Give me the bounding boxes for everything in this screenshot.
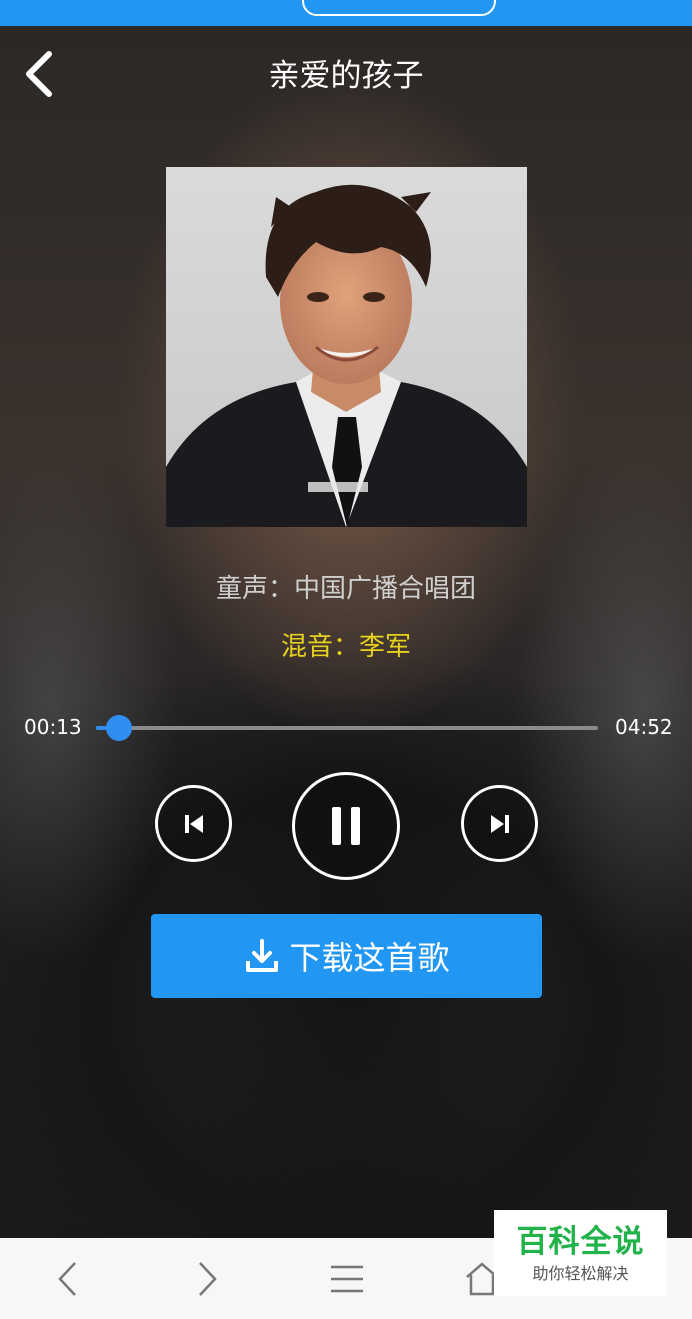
browser-menu-button[interactable]	[307, 1238, 387, 1319]
vocals-credit: 童声：中国广播合唱团	[215, 574, 476, 604]
watermark: 百科全说 助你轻松解决	[494, 1210, 667, 1296]
watermark-subtitle: 助你轻松解决	[532, 1264, 629, 1283]
back-button[interactable]	[14, 48, 64, 100]
total-time: 04:52	[615, 715, 673, 739]
pause-button[interactable]	[292, 772, 400, 880]
skip-next-icon	[490, 814, 509, 833]
browser-forward-button[interactable]	[167, 1238, 247, 1319]
address-pill[interactable]	[302, 0, 496, 16]
watermark-title: 百科全说	[516, 1224, 645, 1260]
download-icon	[246, 939, 279, 972]
skip-previous-icon	[184, 814, 203, 833]
download-label: 下载这首歌	[289, 939, 450, 977]
browser-back-button[interactable]	[28, 1238, 108, 1319]
progress-thumb[interactable]	[106, 715, 132, 741]
chevron-left-icon	[26, 51, 52, 97]
top-status-bar	[0, 0, 692, 26]
next-track-button[interactable]	[461, 785, 538, 862]
chevron-right-icon	[199, 1261, 217, 1296]
chevron-left-icon	[58, 1261, 76, 1296]
current-time: 00:13	[24, 715, 82, 739]
pause-icon	[332, 807, 360, 845]
album-cover	[166, 167, 527, 527]
page-title: 亲爱的孩子	[268, 58, 424, 94]
download-button[interactable]: 下载这首歌	[151, 914, 542, 998]
mix-credit: 混音：李军	[280, 632, 411, 662]
previous-track-button[interactable]	[155, 785, 232, 862]
artist-portrait	[166, 167, 527, 527]
progress-track[interactable]	[96, 726, 598, 730]
menu-icon	[331, 1265, 363, 1292]
